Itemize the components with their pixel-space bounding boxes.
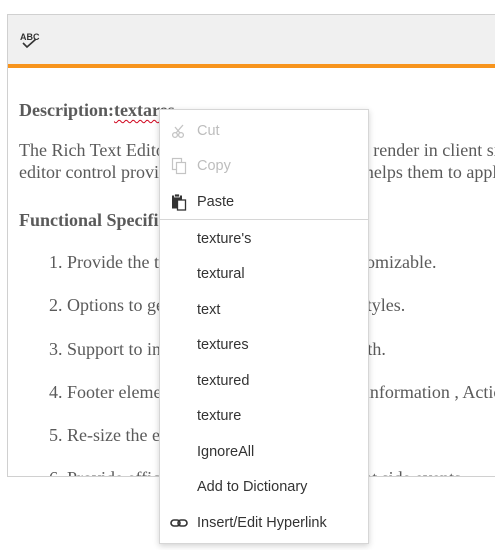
- scissors-icon: [170, 122, 188, 140]
- description-heading: Description:textares: [19, 99, 175, 121]
- spellcheck-icon: ABC: [20, 32, 40, 49]
- spellcheck-context-menu: Cut Copy Paste texture's textural text t…: [159, 109, 369, 544]
- menu-item-suggestion[interactable]: texture's: [160, 222, 368, 256]
- description-label: Description:: [19, 100, 114, 120]
- suggestion-label: texture: [197, 408, 242, 424]
- suggestion-label: texture's: [197, 231, 252, 247]
- suggestion-label: textures: [197, 337, 249, 353]
- link-icon: [170, 514, 188, 532]
- menu-item-suggestion[interactable]: texture: [160, 399, 368, 433]
- menu-item-suggestion[interactable]: text: [160, 293, 368, 327]
- copy-icon: [170, 157, 188, 175]
- add-to-dictionary-label: Add to Dictionary: [197, 479, 308, 495]
- svg-text:ABC: ABC: [20, 32, 40, 42]
- suggestion-label: text: [197, 302, 221, 318]
- editor-toolbar: ABC: [8, 15, 495, 68]
- menu-item-hyperlink[interactable]: Insert/Edit Hyperlink: [160, 506, 368, 540]
- cut-label: Cut: [197, 123, 220, 139]
- copy-label: Copy: [197, 158, 231, 174]
- menu-item-cut[interactable]: Cut: [160, 114, 368, 148]
- menu-item-ignore-all[interactable]: IgnoreAll: [160, 435, 368, 469]
- hyperlink-label: Insert/Edit Hyperlink: [197, 515, 327, 531]
- menu-separator: [160, 219, 368, 220]
- menu-item-suggestion[interactable]: textured: [160, 364, 368, 398]
- paste-label: Paste: [197, 194, 235, 210]
- ignore-all-label: IgnoreAll: [197, 444, 255, 460]
- suggestion-label: textured: [197, 373, 250, 389]
- menu-item-suggestion[interactable]: textural: [160, 257, 368, 291]
- paste-icon: [170, 193, 188, 211]
- suggestion-label: textural: [197, 266, 245, 282]
- menu-item-suggestion[interactable]: textures: [160, 328, 368, 362]
- menu-item-add-to-dictionary[interactable]: Add to Dictionary: [160, 470, 368, 504]
- menu-item-paste[interactable]: Paste: [160, 185, 368, 219]
- spellcheck-button[interactable]: ABC: [16, 27, 44, 53]
- menu-item-copy[interactable]: Copy: [160, 149, 368, 183]
